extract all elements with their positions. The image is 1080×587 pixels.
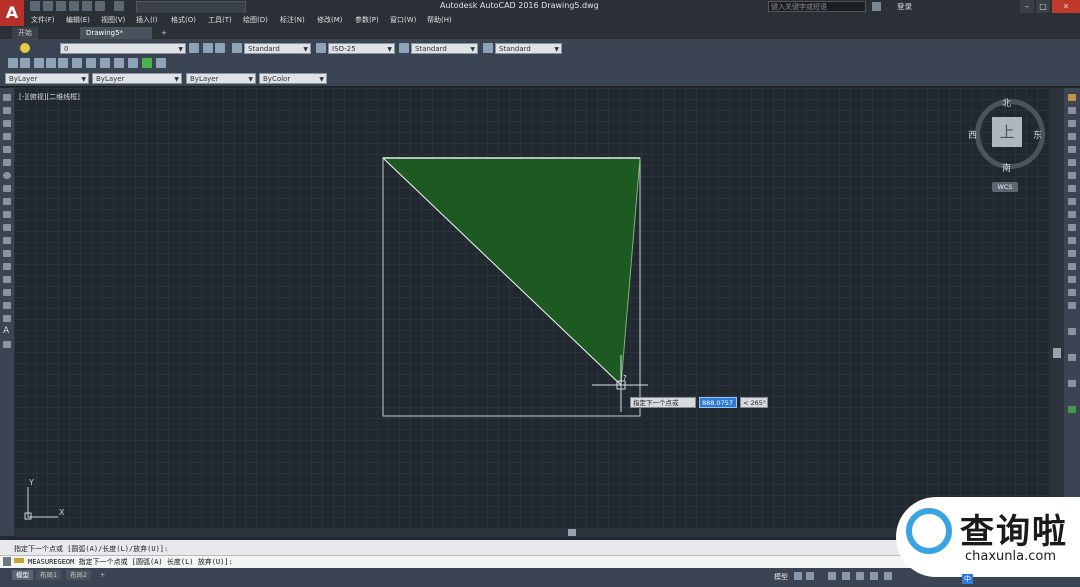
measured-area-fill (381, 157, 641, 387)
watermark-title: 查询啦 (960, 512, 1068, 552)
command-prompt-icon (14, 558, 24, 563)
ucs-y-label: Y (29, 478, 34, 487)
command-history-text: 指定下一个点或 [圆弧(A)/长度(L)/放弃(U)]: (14, 545, 169, 553)
vertical-scroll-thumb[interactable] (1053, 348, 1061, 358)
customize-icon[interactable] (3, 557, 11, 566)
command-line-text[interactable]: MEASUREGEOM 指定下一个点或 [圆弧(A) 长度(L) 放弃(U)]: (28, 557, 233, 567)
isodraft-icon[interactable] (856, 572, 864, 580)
cursor-mark: ? (623, 374, 627, 382)
model-space-toggle[interactable]: 模型 (774, 572, 788, 582)
dynamic-angle-value[interactable]: < 265° (740, 397, 768, 408)
horizontal-scroll-thumb[interactable] (568, 529, 576, 536)
watermark-logo-icon (906, 508, 952, 554)
layout-tab-model[interactable]: 模型 (12, 570, 33, 580)
grid-icon[interactable] (794, 572, 802, 580)
vertical-scrollbar[interactable] (1050, 88, 1064, 528)
ortho-icon[interactable] (828, 572, 836, 580)
dynamic-input-value[interactable]: 888.0757 (699, 397, 737, 408)
compass-north[interactable]: 北 (1002, 96, 1011, 109)
ucs-x-label: X (59, 508, 65, 517)
ime-indicator[interactable]: 中 (962, 574, 973, 584)
compass-south[interactable]: 南 (1002, 161, 1011, 174)
osnap-icon[interactable] (884, 572, 892, 580)
object-snap-tracking-icon[interactable] (870, 572, 878, 580)
horizontal-scrollbar[interactable] (14, 528, 1050, 537)
snap-icon[interactable] (806, 572, 814, 580)
viewcube-top-face[interactable]: 上 (992, 117, 1022, 147)
drawing-geometry (24, 157, 648, 520)
dynamic-prompt-label: 指定下一个点或 (630, 397, 696, 408)
polar-icon[interactable] (842, 572, 850, 580)
compass-east[interactable]: 东 (1033, 128, 1042, 141)
wcs-menu[interactable]: WCS (992, 182, 1018, 192)
layout-tab-1[interactable]: 布局1 (36, 570, 62, 580)
watermark-url: chaxunla.com (965, 549, 1056, 564)
add-layout-button[interactable]: + (96, 570, 109, 580)
compass-west[interactable]: 西 (968, 128, 977, 141)
layout-tab-2[interactable]: 布局2 (66, 570, 92, 580)
